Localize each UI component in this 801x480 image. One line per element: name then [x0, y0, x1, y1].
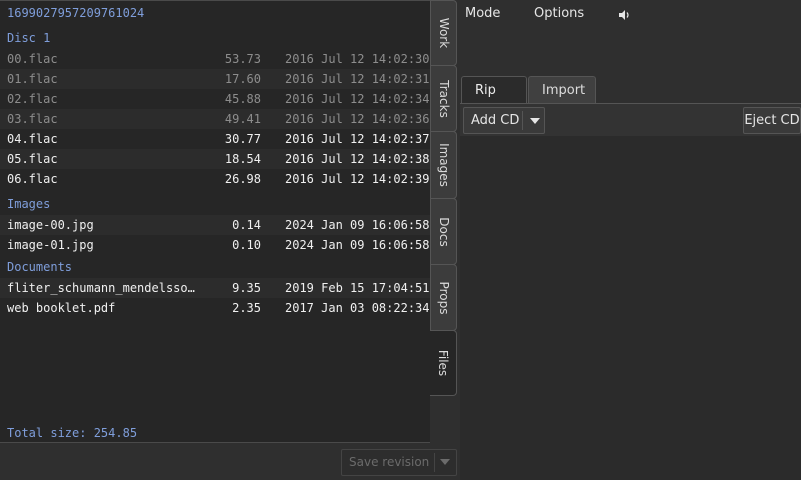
tab-tracks-label: Tracks — [436, 79, 451, 118]
file-size: 9.35 — [232, 281, 261, 295]
tab-files-label: Files — [436, 349, 450, 377]
file-name: 05.flac — [7, 152, 58, 166]
file-row[interactable]: 06.flac 26.98 2016 Jul 12 14:02:39 — [0, 169, 430, 189]
file-date: 2016 Jul 12 14:02:36 — [285, 112, 430, 126]
file-row[interactable]: 05.flac 18.54 2016 Jul 12 14:02:38 — [0, 149, 430, 169]
file-size: 49.41 — [224, 112, 261, 126]
file-row[interactable]: image-00.jpg 0.14 2024 Jan 09 16:06:58 — [0, 215, 430, 235]
file-date: 2016 Jul 12 14:02:38 — [285, 152, 430, 166]
tab-tracks[interactable]: Tracks — [430, 65, 457, 132]
eject-cd-button[interactable]: Eject CD — [743, 107, 801, 134]
file-size: 0.10 — [232, 238, 261, 252]
file-size: 17.60 — [224, 72, 261, 86]
file-date: 2019 Feb 15 17:04:51 — [285, 281, 430, 295]
tab-rip-cd[interactable]: Rip CD — [461, 76, 527, 126]
speaker-icon[interactable] — [617, 8, 631, 22]
file-row[interactable]: 02.flac 45.88 2016 Jul 12 14:02:34 — [0, 89, 430, 109]
file-row[interactable]: image-01.jpg 0.10 2024 Jan 09 16:06:58 — [0, 235, 430, 255]
save-revision-label: Save revision — [349, 455, 430, 469]
chevron-down-icon[interactable] — [530, 118, 540, 124]
section-documents: Documents — [7, 260, 73, 274]
file-date: 2016 Jul 12 14:02:37 — [285, 132, 430, 146]
file-row[interactable]: 00.flac 53.73 2016 Jul 12 14:02:30 — [0, 49, 430, 69]
tab-images[interactable]: Images — [430, 131, 457, 199]
tab-work-label: Work — [436, 17, 451, 49]
file-row[interactable]: 03.flac 49.41 2016 Jul 12 14:02:36 — [0, 109, 430, 129]
section-images: Images — [7, 197, 51, 211]
file-size: 2.35 — [232, 301, 261, 315]
files-panel: 1699027957209761024 Disc 1 00.flac 53.73… — [0, 0, 430, 443]
file-name: fliter_schumann_mendelssoh… — [7, 281, 202, 295]
file-size: 18.54 — [224, 152, 261, 166]
file-name: 06.flac — [7, 172, 58, 186]
file-date: 2017 Jan 03 08:22:34 — [285, 301, 430, 315]
tab-props-label: Props — [436, 281, 451, 314]
file-name: 04.flac — [7, 132, 58, 146]
save-revision-button[interactable]: Save revision — [341, 449, 457, 476]
tab-docs-label: Docs — [436, 216, 451, 247]
file-name: 00.flac — [7, 52, 58, 66]
file-date: 2016 Jul 12 14:02:31 — [285, 72, 430, 86]
file-name: 03.flac — [7, 112, 58, 126]
file-name: 02.flac — [7, 92, 58, 106]
menu-options[interactable]: Options — [534, 6, 584, 21]
file-date: 2016 Jul 12 14:02:30 — [285, 52, 430, 66]
add-cd-separator — [522, 111, 523, 130]
file-date: 2024 Jan 09 16:06:58 — [285, 218, 430, 232]
right-panel: Mode Options Rip CD Import Add CD Eject … — [460, 0, 801, 480]
file-row[interactable]: 01.flac 17.60 2016 Jul 12 14:02:31 — [0, 69, 430, 89]
file-size: 53.73 — [224, 52, 261, 66]
tab-files[interactable]: Files — [430, 330, 457, 396]
menu-mode[interactable]: Mode — [465, 6, 500, 21]
add-cd-label: Add CD — [471, 113, 520, 128]
file-date: 2024 Jan 09 16:06:58 — [285, 238, 430, 252]
tab-docs[interactable]: Docs — [430, 198, 457, 265]
file-size: 0.14 — [232, 218, 261, 232]
file-row[interactable]: web booklet.pdf 2.35 2017 Jan 03 08:22:3… — [0, 298, 430, 318]
side-tabs: Work Tracks Images Docs Props Files — [430, 0, 458, 480]
tab-props[interactable]: Props — [430, 264, 457, 331]
save-revision-separator — [434, 453, 435, 472]
tab-images-label: Images — [436, 143, 451, 187]
file-name: image-00.jpg — [7, 218, 94, 232]
file-size: 45.88 — [224, 92, 261, 106]
file-row[interactable]: fliter_schumann_mendelssoh… 9.35 2019 Fe… — [0, 278, 430, 298]
file-name: web booklet.pdf — [7, 301, 116, 315]
file-size: 30.77 — [224, 132, 261, 146]
file-date: 2016 Jul 12 14:02:39 — [285, 172, 430, 186]
section-disc1: Disc 1 — [7, 31, 51, 45]
chevron-down-icon[interactable] — [440, 459, 450, 465]
file-name: image-01.jpg — [7, 238, 94, 252]
tab-import[interactable]: Import — [528, 76, 596, 104]
tab-work[interactable]: Work — [430, 0, 457, 66]
file-size: 26.98 — [224, 172, 261, 186]
file-date: 2016 Jul 12 14:02:34 — [285, 92, 430, 106]
rip-toolbar: Add CD Eject CD — [460, 104, 801, 136]
release-id: 1699027957209761024 — [7, 6, 145, 20]
file-name: 01.flac — [7, 72, 58, 86]
rip-cd-pane: Add CD Eject CD — [460, 103, 801, 480]
add-cd-button[interactable]: Add CD — [463, 107, 545, 134]
file-row[interactable]: 04.flac 30.77 2016 Jul 12 14:02:37 — [0, 129, 430, 149]
total-size: Total size: 254.85 — [7, 426, 138, 440]
